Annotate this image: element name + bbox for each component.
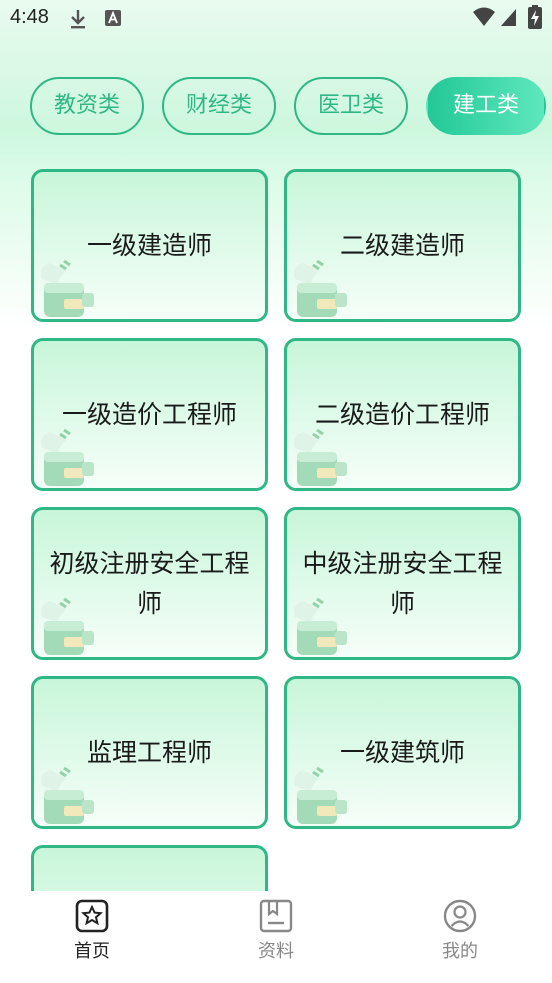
exam-card[interactable]: 初级注册安全工程师 bbox=[31, 507, 268, 660]
exam-card-title: 监理工程师 bbox=[86, 737, 212, 767]
exam-card-title bbox=[38, 848, 261, 891]
nav-mine[interactable]: 我的 bbox=[400, 891, 520, 971]
exam-card-title: 二级造价工程师 bbox=[314, 399, 490, 429]
nav-home[interactable]: 首页 bbox=[32, 891, 152, 971]
exam-card-title: 一级建筑师 bbox=[339, 737, 465, 767]
bookmark-doc-icon bbox=[259, 899, 293, 933]
exam-card[interactable]: 监理工程师 bbox=[31, 676, 268, 829]
exam-card[interactable]: 二级造价工程师 bbox=[284, 338, 521, 491]
user-icon bbox=[443, 899, 477, 933]
exam-card[interactable]: 一级建造师 bbox=[31, 169, 268, 322]
nav-materials[interactable]: 资料 bbox=[216, 891, 336, 971]
exam-card-title: 二级建造师 bbox=[339, 230, 465, 260]
exam-card-title: 一级建造师 bbox=[86, 230, 212, 260]
exam-grid: 一级建造师 二级建造师 一级造价工程师 二级造价工程师 初级注册安全工程师 中级… bbox=[0, 0, 552, 891]
exam-card[interactable]: 一级建筑师 bbox=[284, 676, 521, 829]
exam-card[interactable]: 中级注册安全工程师 bbox=[284, 507, 521, 660]
exam-card[interactable]: 二级建造师 bbox=[284, 169, 521, 322]
exam-card[interactable]: 一级造价工程师 bbox=[31, 338, 268, 491]
home-star-icon bbox=[75, 899, 109, 933]
exam-card-title: 初级注册安全工程师 bbox=[49, 548, 250, 618]
nav-label: 资料 bbox=[258, 941, 294, 962]
bottom-nav: 首页 资料 我的 bbox=[0, 891, 552, 983]
nav-label: 我的 bbox=[442, 941, 478, 962]
exam-card-title: 一级造价工程师 bbox=[61, 399, 237, 429]
nav-label: 首页 bbox=[74, 941, 110, 962]
exam-card-title: 中级注册安全工程师 bbox=[302, 548, 503, 618]
exam-card[interactable] bbox=[31, 845, 268, 891]
